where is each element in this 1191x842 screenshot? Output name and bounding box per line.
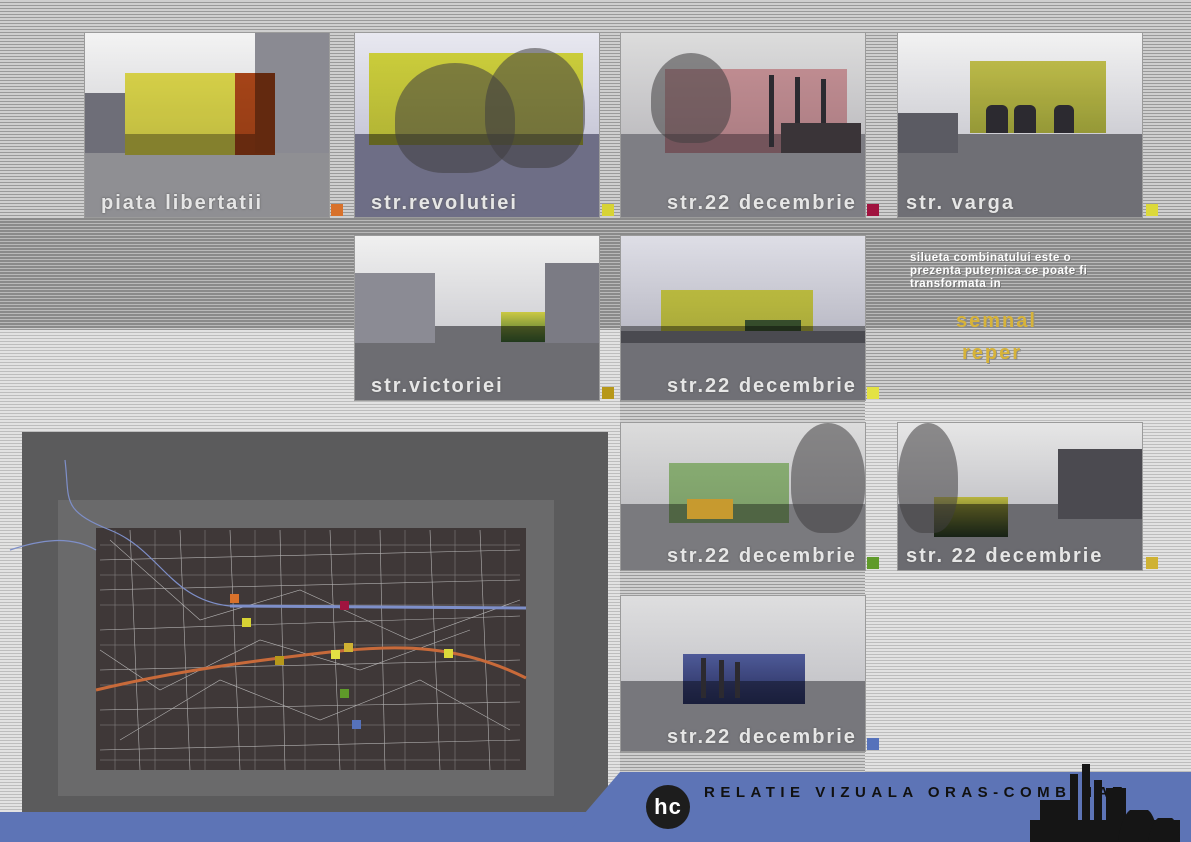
- swatch-yellow: [602, 204, 614, 216]
- photo-caption: piata libertatii: [101, 192, 264, 214]
- swatch-yellow-2: [1146, 204, 1158, 216]
- photo-str-22-decembrie-3: str.22 decembrie: [620, 422, 866, 571]
- photo-piata-libertatii: piata libertatii: [84, 32, 330, 218]
- hc-logo: hc: [646, 785, 690, 829]
- photo-caption: str. 22 decembrie: [906, 545, 1104, 567]
- photo-caption: str.22 decembrie: [667, 726, 857, 748]
- photo-str-22-decembrie-1: str.22 decembrie: [620, 32, 866, 218]
- side-note-line: silueta combinatului este o: [910, 252, 1072, 264]
- swatch-orange: [331, 204, 343, 216]
- photo-str-22-decembrie-2: str.22 decembrie: [620, 235, 866, 401]
- photo-str-22-decembrie-5: str.22 decembrie: [620, 595, 866, 752]
- photo-caption: str.victoriei: [371, 375, 504, 397]
- photo-caption: str.22 decembrie: [667, 545, 857, 567]
- swatch-blue: [867, 738, 879, 750]
- photo-str-victoriei: str.victoriei: [354, 235, 600, 401]
- side-note-line: prezenta puternica ce poate fi: [910, 265, 1088, 277]
- photo-caption: str. varga: [906, 192, 1015, 214]
- photo-caption: str.22 decembrie: [667, 375, 857, 397]
- highlight-reper: reper: [962, 342, 1023, 364]
- swatch-crimson: [867, 204, 879, 216]
- side-note: silueta combinatului este o prezenta put…: [910, 252, 1110, 291]
- photo-caption: str.22 decembrie: [667, 192, 857, 214]
- swatch-ochre: [602, 387, 614, 399]
- swatch-bright-yellow: [867, 387, 879, 399]
- photo-str-22-decembrie-4: str. 22 decembrie: [897, 422, 1143, 571]
- city-map: [9, 459, 527, 771]
- highlight-semnal: semnal: [956, 310, 1037, 332]
- photo-str-varga: str. varga: [897, 32, 1143, 218]
- side-note-line: transformata in: [910, 278, 1002, 290]
- swatch-mustard: [1146, 557, 1158, 569]
- photo-caption: str.revolutiei: [371, 192, 518, 214]
- photo-str-revolutiei: str.revolutiei: [354, 32, 600, 218]
- swatch-green: [867, 557, 879, 569]
- factory-silhouette-icon: [1030, 764, 1180, 842]
